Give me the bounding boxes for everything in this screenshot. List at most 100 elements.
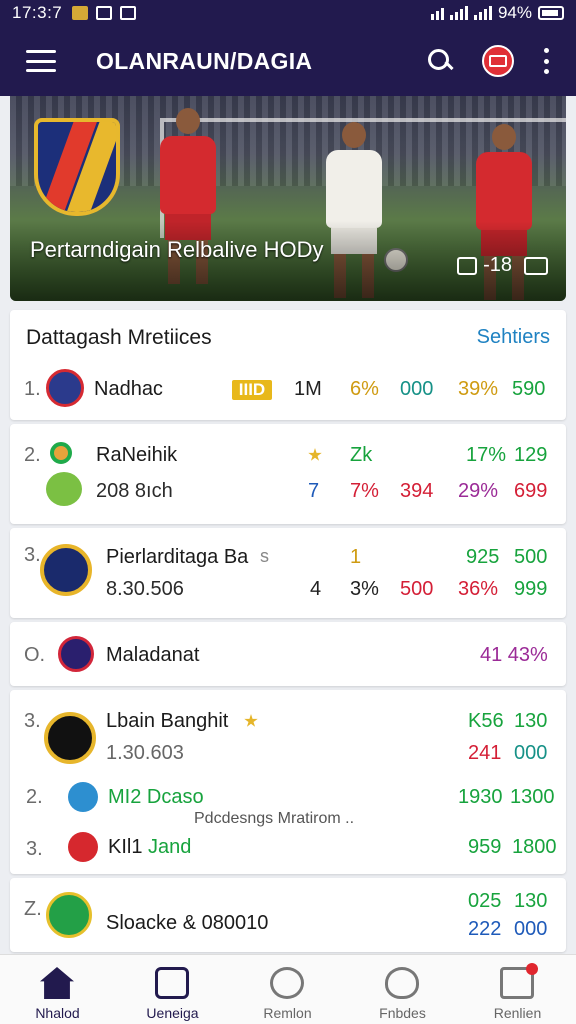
stat-value: 000: [514, 918, 548, 940]
team-logo-icon: [46, 892, 92, 938]
search-icon[interactable]: [428, 49, 452, 73]
hero-title: Pertarndigain Relbalive HODy: [30, 237, 324, 262]
nav-item-fnbdes[interactable]: Fnbdes: [345, 955, 460, 1024]
team-name[interactable]: MI2 Dcaso: [108, 786, 204, 809]
nav-item-home[interactable]: Nhalod: [0, 955, 115, 1024]
crown-icon: [244, 714, 258, 727]
stat-value: 500: [400, 578, 434, 600]
section-title: Dattagash Mretiices: [26, 326, 212, 349]
team-logo-icon: [68, 832, 98, 862]
stat-value: 000: [400, 378, 434, 400]
photo-count: -18: [483, 254, 512, 276]
kebab-menu-icon[interactable]: [544, 48, 550, 74]
team-card[interactable]: Z. Sloacke & 080010 025 130 222 000: [10, 878, 566, 952]
nav-item-standings[interactable]: Ueneiga: [115, 955, 230, 1024]
stat-value: 39%: [458, 378, 499, 400]
bottom-nav: Nhalod Ueneiga Remlon Fnbdes Renlien: [0, 954, 576, 1024]
team-name: Maladanat: [106, 644, 200, 666]
team-logo-icon: [50, 442, 72, 464]
ring-icon: [270, 967, 304, 999]
team-subtitle: 208 8ıch: [96, 480, 173, 502]
row-rank: 1.: [24, 378, 41, 400]
nav-label: Renlien: [493, 1005, 542, 1021]
table-row[interactable]: 1. Nadhac 1M 6% 000 39% 590: [10, 360, 566, 420]
signal-icon: [449, 6, 468, 20]
row-rank: 2.: [24, 444, 41, 466]
stat-value: 1800: [512, 836, 557, 858]
row-rank: 3.: [24, 544, 41, 566]
stat-value: 1M: [294, 378, 322, 400]
team-name: Sloacke & 080010: [106, 912, 269, 934]
nav-label: Fnbdes: [379, 1005, 426, 1021]
stat-value: 222: [468, 918, 502, 940]
see-all-link[interactable]: Sehtiers: [477, 326, 550, 349]
hero-banner[interactable]: Pertarndigain Relbalive HODy -18: [10, 96, 566, 301]
stat-value: K56: [468, 710, 504, 732]
star-icon: [308, 448, 322, 461]
team-subtitle: 1.30.603: [106, 742, 184, 764]
hero-meta: -18: [457, 254, 548, 277]
app-title: OLANRAUN/DAGIA: [96, 47, 313, 74]
stat-value: 394: [400, 480, 434, 502]
row-rank: Z.: [24, 898, 42, 920]
club-crest-icon: [34, 118, 120, 216]
stat-value: 41 43%: [480, 644, 548, 666]
row-rank: 3.: [26, 838, 43, 860]
stat-value: 000: [514, 742, 548, 764]
nav-item-renlien[interactable]: Renlien: [460, 955, 575, 1024]
stat-value: 130: [514, 710, 548, 732]
stat-value: 130: [514, 890, 548, 912]
team-logo-icon: [68, 782, 98, 812]
team-name: Pierlarditaga Ba: [106, 546, 249, 568]
team-logo-icon: [58, 636, 94, 672]
stat-value: 959: [468, 836, 502, 858]
stat-value: 17%: [466, 444, 507, 466]
team-name[interactable]: Lbain Banghit: [106, 710, 228, 733]
stat-value: 241: [468, 742, 502, 764]
wifi-icon: [430, 6, 444, 20]
team-group-card: 3. Lbain Banghit 1.30.603 K56 130 241 00…: [10, 690, 566, 874]
team-mascot-icon: [46, 472, 82, 506]
stat-value: 590: [512, 378, 546, 400]
notification-dot: [526, 963, 538, 975]
menu-icon[interactable]: [26, 50, 56, 72]
team-name: Nadhac: [94, 378, 163, 400]
cast-icon[interactable]: [524, 256, 548, 275]
battery-icon: [538, 6, 564, 20]
stat-value: 36%: [458, 578, 499, 600]
nav-item-remlon[interactable]: Remlon: [230, 955, 345, 1024]
stat-value: 500: [514, 546, 548, 568]
stat-value: 999: [514, 578, 548, 600]
stat-value: 29%: [458, 480, 499, 502]
team-name: RaNeihik: [96, 444, 178, 466]
stat-value: 025: [468, 890, 502, 912]
stat-value: 1300: [510, 786, 555, 808]
status-bar: 17:3:7 94%: [0, 0, 576, 26]
team-card[interactable]: O. Maladanat 41 43%: [10, 622, 566, 686]
team-subtitle: 8.30.506: [106, 578, 184, 600]
team-name[interactable]: KIl1: [108, 836, 142, 859]
stat-value: 699: [514, 480, 548, 502]
photo-icon: [457, 256, 478, 275]
badge-icon[interactable]: [482, 45, 514, 77]
notification-icon: [72, 6, 89, 20]
stat-value: Zk: [350, 444, 373, 466]
hint-text: Pdcdesngs Mratirom ..: [194, 810, 355, 827]
signal-icon-2: [473, 6, 492, 20]
stat-value: 129: [514, 444, 548, 466]
stat-value: 7%: [350, 480, 379, 502]
team-card[interactable]: 3. Pierlarditaga Ba s 8.30.506 1 925 500…: [10, 528, 566, 618]
stat-value: 925: [466, 546, 500, 568]
stat-value: 4: [310, 578, 322, 600]
row-rank: 2.: [26, 786, 43, 808]
battery-percent: 94%: [497, 3, 532, 22]
row-rank: O.: [24, 644, 46, 666]
team-card[interactable]: 2. RaNeihik 208 8ıch Zk 17% 129 7 7% 394…: [10, 424, 566, 524]
team-logo-icon: [46, 369, 84, 407]
home-icon: [40, 967, 74, 999]
nav-label: Ueneiga: [146, 1005, 199, 1021]
team-name-suffix: s: [260, 546, 269, 566]
app-bar: OLANRAUN/DAGIA: [0, 26, 576, 96]
status-time: 17:3:7: [12, 3, 63, 22]
standings-icon: [155, 967, 189, 999]
